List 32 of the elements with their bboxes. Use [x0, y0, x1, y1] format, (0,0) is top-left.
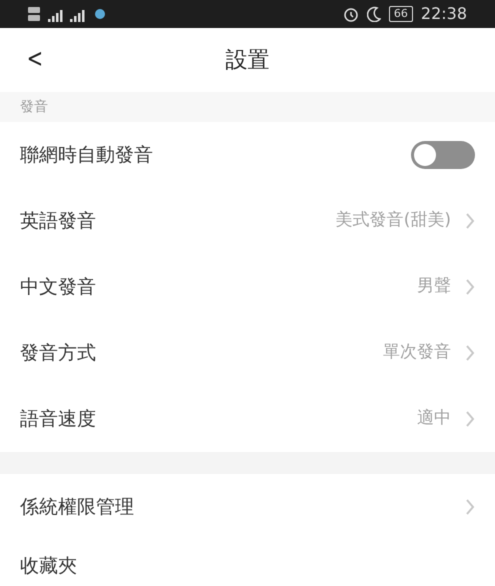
- signal-icon: [28, 5, 108, 23]
- row-label: 聯網時自動發音: [20, 142, 153, 168]
- settings-row[interactable]: 語音速度 適中: [0, 386, 495, 452]
- row-label: 語音速度: [20, 406, 96, 432]
- section-label: 發音: [20, 98, 48, 116]
- row-value: 男聲: [417, 275, 451, 298]
- row-value: 美式發音(甜美): [336, 209, 451, 232]
- status-time: 22:38: [420, 3, 467, 25]
- settings-row[interactable]: 發音方式 單次發音: [0, 320, 495, 386]
- alarm-icon: [342, 6, 359, 22]
- row-label: 英語發音: [20, 208, 96, 234]
- settings-row[interactable]: 收藏夾: [0, 540, 495, 586]
- chevron-right-icon: [465, 410, 475, 428]
- row-label: 係統權限管理: [20, 494, 134, 520]
- chevron-right-icon: [465, 498, 475, 516]
- chevron-right-icon: [465, 344, 475, 362]
- moon-icon: [366, 6, 381, 22]
- row-label: 收藏夾: [20, 554, 77, 579]
- row-label: 中文發音: [20, 274, 96, 300]
- toggle-switch[interactable]: [411, 141, 475, 169]
- settings-row[interactable]: 係統權限管理: [0, 474, 495, 540]
- page-title: 設置: [226, 46, 270, 74]
- settings-row[interactable]: 中文發音 男聲: [0, 254, 495, 320]
- row-label: 發音方式: [20, 340, 96, 366]
- chevron-right-icon: [465, 278, 475, 296]
- settings-row[interactable]: 聯網時自動發音: [0, 122, 495, 188]
- row-value: 適中: [417, 407, 451, 430]
- battery-level: 66: [388, 6, 413, 22]
- row-value: 單次發音: [383, 341, 451, 364]
- settings-row[interactable]: 英語發音 美式發音(甜美): [0, 188, 495, 254]
- back-button[interactable]: <: [26, 42, 44, 76]
- chevron-right-icon: [465, 212, 475, 230]
